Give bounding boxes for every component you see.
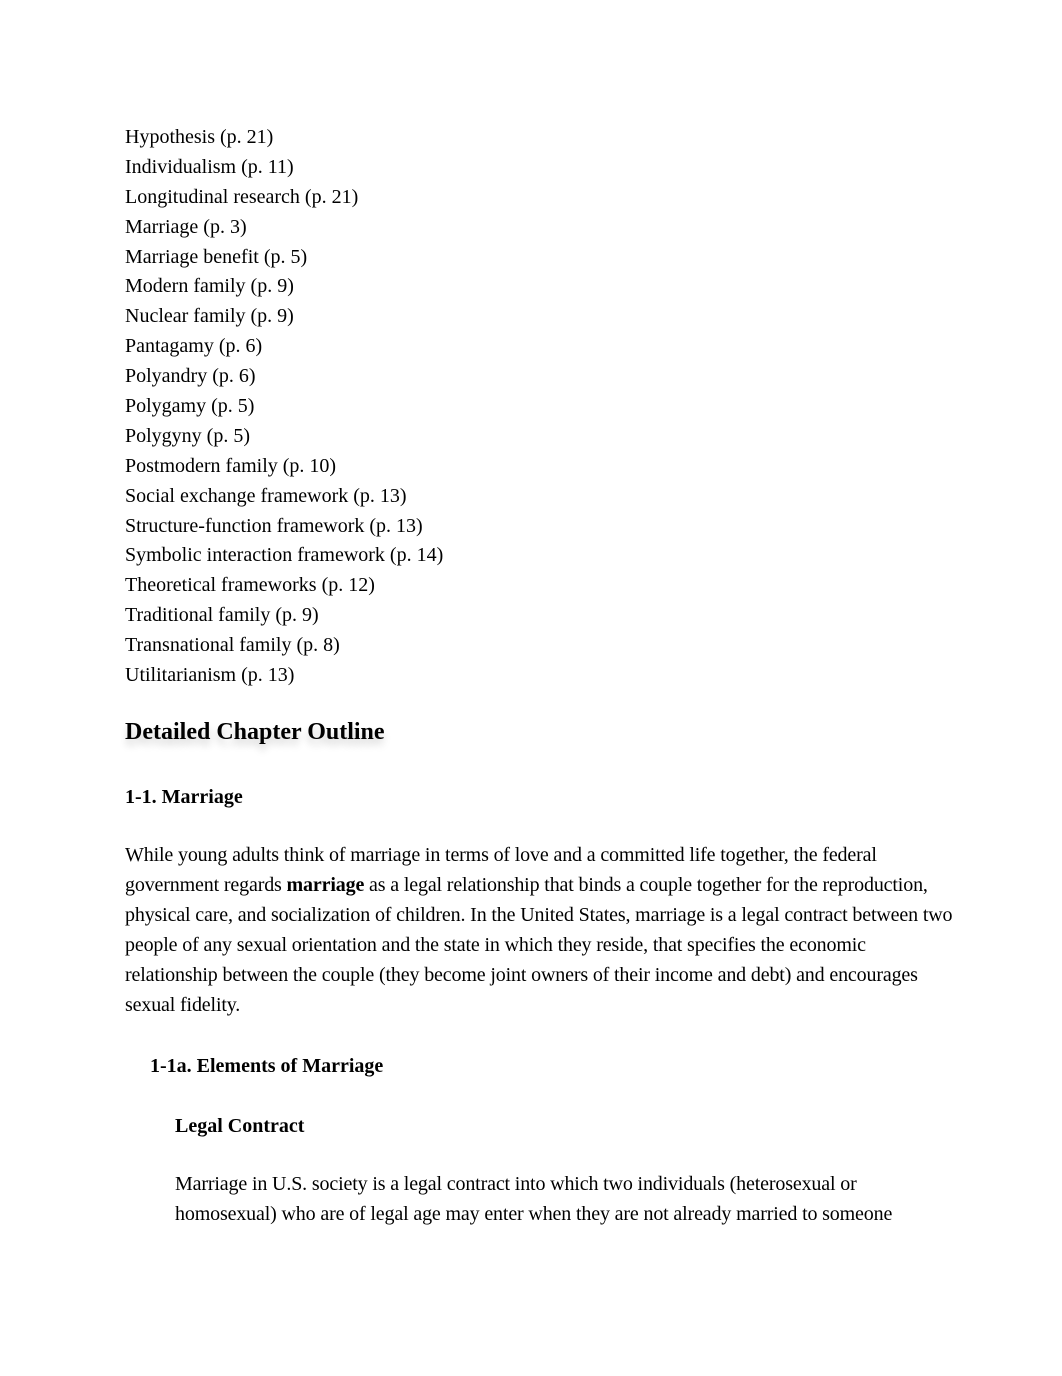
key-term: Postmodern family (p. 10) [125, 454, 337, 477]
key-term: Utilitarianism (p. 13) [125, 664, 295, 687]
subsubsection-heading: Legal Contract [175, 1115, 305, 1137]
key-term: Marriage (p. 3) [125, 215, 247, 238]
key-term: Polygamy (p. 5) [125, 395, 255, 418]
key-terms-list: Hypothesis (p. 21) Individualism (p. 11)… [125, 123, 443, 691]
outline-title: Detailed Chapter Outline [125, 716, 385, 748]
key-term: Polygyny (p. 5) [125, 424, 250, 447]
key-term: Marriage benefit (p. 5) [125, 245, 308, 268]
document-page: Hypothesis (p. 21) Individualism (p. 11)… [0, 0, 1062, 1376]
key-term: Modern family (p. 9) [125, 275, 294, 298]
key-term: Traditional family (p. 9) [125, 604, 319, 627]
key-term: Symbolic interaction framework (p. 14) [125, 544, 444, 567]
key-term: Theoretical frameworks (p. 12) [125, 574, 375, 597]
key-term: Structure-function framework (p. 13) [125, 514, 423, 537]
key-term: Individualism (p. 11) [125, 155, 294, 178]
key-term: Polyandry (p. 6) [125, 365, 256, 388]
bold-term: marriage [286, 873, 365, 896]
key-term: Transnational family (p. 8) [125, 634, 340, 657]
section-paragraph: While young adults think of marriage in … [125, 841, 955, 1020]
subsection-heading: 1-1a. Elements of Marriage [150, 1055, 384, 1077]
key-term: Hypothesis (p. 21) [125, 126, 274, 148]
key-term: Longitudinal research (p. 21) [125, 185, 359, 208]
section-heading: 1-1. Marriage [125, 786, 243, 808]
subsection-paragraph: Marriage in U.S. society is a legal cont… [175, 1173, 893, 1225]
key-term: Nuclear family (p. 9) [125, 305, 294, 328]
key-term: Social exchange framework (p. 13) [125, 484, 407, 507]
key-term: Pantagamy (p. 6) [125, 335, 263, 358]
